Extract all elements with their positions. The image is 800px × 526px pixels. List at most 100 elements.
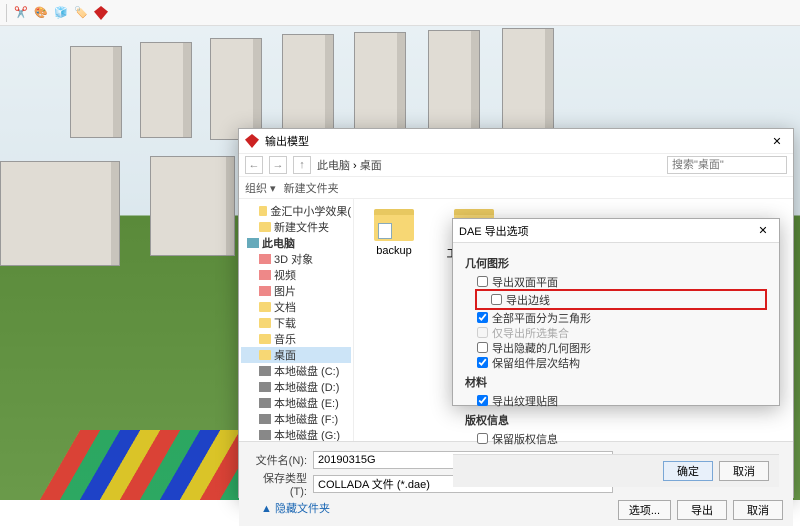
tree-node[interactable]: 下载 xyxy=(241,315,351,331)
nav-fwd-icon[interactable]: → xyxy=(269,156,287,174)
option-row: 仅导出所选集合 xyxy=(465,325,767,340)
tree-node[interactable]: 本地磁盘 (D:) xyxy=(241,379,351,395)
option-label: 导出边线 xyxy=(506,292,550,308)
nav-up-icon[interactable]: ↑ xyxy=(293,156,311,174)
tree-node[interactable]: 本地磁盘 (E:) xyxy=(241,395,351,411)
ic-folder-icon xyxy=(259,222,271,232)
tag-icon[interactable]: 🏷️ xyxy=(73,5,89,21)
nav-back-icon[interactable]: ← xyxy=(245,156,263,174)
hide-folders-link[interactable]: ▲ 隐藏文件夹 xyxy=(249,500,330,516)
option-row: 导出隐藏的几何图形 xyxy=(465,340,767,355)
option-row: 导出纹理贴图 xyxy=(465,393,767,408)
ic-disk-icon xyxy=(259,398,271,408)
option-checkbox[interactable] xyxy=(477,433,488,444)
tree-label: 视频 xyxy=(274,267,296,283)
cancel-button[interactable]: 取消 xyxy=(719,461,769,481)
section-title: 几何图形 xyxy=(465,255,767,271)
ic-img-icon xyxy=(259,286,271,296)
tree-node[interactable]: 视频 xyxy=(241,267,351,283)
option-row: 导出双面平面 xyxy=(465,274,767,289)
ic-disk-icon xyxy=(259,366,271,376)
tree-node[interactable]: 音乐 xyxy=(241,331,351,347)
ok-button[interactable]: 确定 xyxy=(663,461,713,481)
export-button[interactable]: 导出 xyxy=(677,500,727,520)
tree-label: 桌面 xyxy=(274,347,296,363)
dae-options-dialog: DAE 导出选项 ✕ 几何图形导出双面平面导出边线全部平面分为三角形仅导出所选集… xyxy=(452,218,780,406)
sketchup-icon xyxy=(245,134,259,148)
folder-item[interactable]: backup xyxy=(364,209,424,257)
tree-node[interactable]: 金汇中小学效果( xyxy=(241,203,351,219)
main-toolbar: ✂️ 🎨 🧊 🏷️ xyxy=(0,0,800,26)
tree-label: 图片 xyxy=(274,283,296,299)
section-title: 材料 xyxy=(465,374,767,390)
folder-icon xyxy=(374,209,414,241)
paint-icon[interactable]: 🎨 xyxy=(33,5,49,21)
option-checkbox[interactable] xyxy=(477,342,488,353)
ic-disk-icon xyxy=(259,430,271,440)
options-title: DAE 导出选项 xyxy=(459,223,529,239)
tree-label: 本地磁盘 (F:) xyxy=(274,411,338,427)
options-body: 几何图形导出双面平面导出边线全部平面分为三角形仅导出所选集合导出隐藏的几何图形保… xyxy=(453,243,779,454)
option-row: 全部平面分为三角形 xyxy=(465,310,767,325)
options-titlebar: DAE 导出选项 ✕ xyxy=(453,219,779,243)
new-folder-button[interactable]: 新建文件夹 xyxy=(284,180,339,196)
ic-folder-icon xyxy=(259,334,271,344)
organize-menu[interactable]: 组织 ▾ xyxy=(245,180,276,196)
ic-folder-icon xyxy=(259,350,271,360)
tree-node[interactable]: 本地磁盘 (G:) xyxy=(241,427,351,441)
option-label: 全部平面分为三角形 xyxy=(492,310,591,326)
dialog-title: 输出模型 xyxy=(265,133,309,149)
option-checkbox[interactable] xyxy=(477,312,488,323)
tree-label: 本地磁盘 (C:) xyxy=(274,363,339,379)
close-icon[interactable]: ✕ xyxy=(767,135,787,148)
folder-label: backup xyxy=(376,245,411,257)
option-row: 导出边线 xyxy=(479,292,763,307)
option-label: 保留组件层次结构 xyxy=(492,355,580,371)
option-checkbox[interactable] xyxy=(477,357,488,368)
section-title: 版权信息 xyxy=(465,412,767,428)
scissors-icon[interactable]: ✂️ xyxy=(13,5,29,21)
tree-node[interactable]: 本地磁盘 (C:) xyxy=(241,363,351,379)
ic-img-icon xyxy=(259,270,271,280)
breadcrumb[interactable]: 此电脑 › 桌面 xyxy=(317,157,382,173)
tree-node[interactable]: 图片 xyxy=(241,283,351,299)
tree-label: 本地磁盘 (E:) xyxy=(274,395,339,411)
option-label: 导出双面平面 xyxy=(492,274,558,290)
tree-node[interactable]: 文档 xyxy=(241,299,351,315)
ic-folder-icon xyxy=(259,302,271,312)
tree-node[interactable]: 3D 对象 xyxy=(241,251,351,267)
option-checkbox[interactable] xyxy=(477,395,488,406)
tree-label: 此电脑 xyxy=(262,235,295,251)
ruby-icon[interactable] xyxy=(93,5,109,21)
dialog-titlebar: 输出模型 ✕ xyxy=(239,129,793,153)
tree-label: 新建文件夹 xyxy=(274,219,329,235)
folder-tree[interactable]: 金汇中小学效果(新建文件夹此电脑3D 对象视频图片文档下载音乐桌面本地磁盘 (C… xyxy=(239,199,354,441)
tree-node[interactable]: 此电脑 xyxy=(241,235,351,251)
close-icon[interactable]: ✕ xyxy=(753,224,773,237)
cube-icon[interactable]: 🧊 xyxy=(53,5,69,21)
tree-label: 音乐 xyxy=(274,331,296,347)
tree-node[interactable]: 本地磁盘 (F:) xyxy=(241,411,351,427)
tree-label: 文档 xyxy=(274,299,296,315)
tree-label: 本地磁盘 (G:) xyxy=(274,427,340,441)
dialog-file-toolbar: 组织 ▾ 新建文件夹 xyxy=(239,177,793,199)
option-label: 导出隐藏的几何图形 xyxy=(492,340,591,356)
filename-label: 文件名(N): xyxy=(249,452,307,468)
tree-node[interactable]: 桌面 xyxy=(241,347,351,363)
separator xyxy=(6,4,7,22)
option-label: 导出纹理贴图 xyxy=(492,393,558,409)
options-button[interactable]: 选项... xyxy=(618,500,671,520)
search-input[interactable] xyxy=(667,156,787,174)
ic-img-icon xyxy=(259,254,271,264)
ic-disk-icon xyxy=(259,382,271,392)
option-checkbox[interactable] xyxy=(491,294,502,305)
option-row: 保留版权信息 xyxy=(465,431,767,446)
ic-disk-icon xyxy=(259,414,271,424)
option-label: 保留版权信息 xyxy=(492,431,558,447)
option-checkbox[interactable] xyxy=(477,276,488,287)
tree-label: 本地磁盘 (D:) xyxy=(274,379,339,395)
cancel-button[interactable]: 取消 xyxy=(733,500,783,520)
tree-label: 3D 对象 xyxy=(274,251,313,267)
tree-node[interactable]: 新建文件夹 xyxy=(241,219,351,235)
option-row: 保留组件层次结构 xyxy=(465,355,767,370)
